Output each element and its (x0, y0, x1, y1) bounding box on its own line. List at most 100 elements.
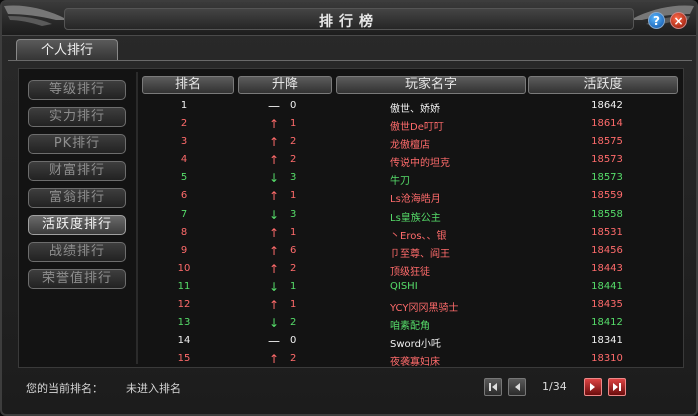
activity-cell: 18341 (591, 335, 623, 347)
rank-change-cell: 6 (290, 244, 297, 256)
arrow-up-icon: ↑ (268, 153, 280, 168)
activity-cell: 18412 (591, 317, 623, 329)
sidebar-item-tycoon[interactable]: 富翁排行 (28, 188, 126, 208)
title-bar[interactable]: 排行榜 ? × (2, 2, 696, 36)
rank-cell: 14 (177, 335, 191, 347)
sidebar-item-wealth[interactable]: 财富排行 (28, 161, 126, 181)
table-row[interactable]: 14 — 0 Sword小吒 18341 (142, 333, 666, 351)
activity-cell: 18575 (591, 136, 623, 148)
panel-divider (136, 72, 138, 364)
sidebar-item-activity[interactable]: 活跃度排行 (28, 215, 126, 235)
rank-cell: 2 (180, 118, 188, 130)
no-change-icon: — (268, 334, 280, 349)
rank-cell: 15 (177, 353, 191, 365)
activity-cell: 18558 (591, 208, 623, 220)
table-row[interactable]: 2 ↑ 1 傲世De叮叮 18614 (142, 116, 666, 134)
column-header-player[interactable]: 玩家名字 (336, 76, 526, 94)
rank-change-cell: 1 (290, 118, 297, 130)
ranking-window: 排行榜 ? × 个人排行 等级排行 实力排行 PK排行 财富排行 富翁排行 活跃… (0, 0, 698, 416)
arrow-up-icon: ↑ (268, 352, 280, 367)
next-page-button[interactable] (584, 378, 602, 396)
rank-change-cell: 0 (290, 335, 297, 347)
no-change-icon: — (268, 99, 280, 113)
table-row[interactable]: 10 ↑ 2 顶级狂徒 18443 (142, 261, 666, 279)
prev-page-icon (515, 383, 520, 391)
activity-cell: 18531 (591, 226, 623, 238)
arrow-down-icon: ↓ (268, 171, 280, 186)
player-name-cell: YCY冈冈黑骑士 (390, 303, 459, 315)
arrow-up-icon: ↑ (268, 117, 280, 132)
my-rank-value: 未进入排名 (126, 382, 181, 395)
player-name-cell: Sword小吒 (390, 339, 441, 351)
activity-cell: 18559 (591, 190, 623, 202)
table-row[interactable]: 1 — 0 傲世、娇娇 18642 (142, 98, 666, 116)
arrow-up-icon: ↑ (268, 225, 280, 240)
my-rank-label: 您的当前排名： (26, 382, 103, 395)
ranking-category-sidebar: 等级排行 实力排行 PK排行 财富排行 富翁排行 活跃度排行 战绩排行 荣誉值排… (22, 72, 136, 364)
player-name-cell: 丶Eros、、银 (390, 230, 447, 242)
help-icon[interactable]: ? (648, 12, 665, 29)
arrow-down-icon: ↓ (268, 207, 280, 222)
sidebar-item-power[interactable]: 实力排行 (28, 107, 126, 127)
rank-change-cell: 2 (290, 262, 297, 274)
table-row[interactable]: 7 ↓ 3 Ls皇族公主 18558 (142, 207, 666, 225)
tab-divider (8, 60, 692, 61)
close-icon[interactable]: × (670, 12, 687, 29)
table-row[interactable]: 6 ↑ 1 Ls沧海皓月 18559 (142, 188, 666, 206)
activity-cell: 18573 (591, 172, 623, 184)
rank-change-cell: 2 (290, 154, 297, 166)
table-row[interactable]: 11 ↓ 1 QISHI 18441 (142, 279, 666, 297)
table-row[interactable]: 3 ↑ 2 龙傲檀店 18575 (142, 134, 666, 152)
activity-cell: 18456 (591, 244, 623, 256)
rank-cell: 6 (180, 190, 188, 202)
sidebar-item-pk[interactable]: PK排行 (28, 134, 126, 154)
rank-change-cell: 1 (290, 190, 297, 202)
arrow-up-icon: ↑ (268, 189, 280, 204)
sidebar-item-battle[interactable]: 战绩排行 (28, 242, 126, 262)
activity-cell: 18435 (591, 299, 623, 311)
arrow-up-icon: ↑ (268, 243, 280, 258)
rank-change-cell: 1 (290, 280, 297, 292)
activity-cell: 18310 (591, 353, 623, 365)
player-name-cell: 传说中的坦克 (390, 158, 450, 170)
activity-cell: 18573 (591, 154, 623, 166)
rank-cell: 9 (180, 244, 188, 256)
ranking-table: 1—0 傲世、娇娇 18642 2 ↑ 1 傲世De叮叮 18614 3 ↑ 2 龙傲檀店 18575 4… (142, 98, 666, 369)
activity-cell: 18441 (591, 280, 623, 292)
table-row[interactable]: 15 ↑ 2 夜袭寡妇床 18310 (142, 351, 666, 369)
prev-page-button[interactable] (508, 378, 526, 396)
sidebar-item-honor[interactable]: 荣誉值排行 (28, 269, 126, 289)
table-row[interactable]: 13 ↓ 2 咱素配角 18412 (142, 315, 666, 333)
rank-cell: 10 (177, 262, 191, 274)
rank-change-cell: 2 (290, 353, 297, 365)
first-page-button[interactable] (484, 378, 502, 396)
last-page-button[interactable] (608, 378, 626, 396)
tab-personal-ranking[interactable]: 个人排行 (16, 39, 118, 61)
window-title: 排行榜 (319, 14, 379, 30)
column-header-rank[interactable]: 排名 (142, 76, 234, 94)
rank-change-cell: 2 (290, 317, 297, 329)
arrow-up-icon: ↑ (268, 261, 280, 276)
rank-cell: 5 (180, 172, 188, 184)
table-row[interactable]: 9 ↑ 6 卩至尊、阎王 18456 (142, 243, 666, 261)
arrow-down-icon: ↓ (268, 316, 280, 331)
sidebar-item-level[interactable]: 等级排行 (28, 80, 126, 100)
next-page-icon (590, 383, 595, 391)
rank-cell: 3 (180, 136, 188, 148)
table-row[interactable]: 4 ↑ 2 传说中的坦克 18573 (142, 152, 666, 170)
rank-cell: 7 (180, 208, 188, 220)
column-header-trend[interactable]: 升降 (238, 76, 332, 94)
player-name-cell: 夜袭寡妇床 (390, 357, 440, 369)
activity-cell: 18642 (591, 100, 623, 111)
player-name-cell: 傲世De叮叮 (390, 122, 444, 134)
activity-cell: 18614 (591, 118, 623, 130)
rank-change-cell: 1 (290, 226, 297, 238)
table-row[interactable]: 5 ↓ 3 牛刀 18573 (142, 170, 666, 188)
table-row[interactable]: 12 ↑ 1 YCY冈冈黑骑士 18435 (142, 297, 666, 315)
rank-change-cell: 0 (290, 100, 297, 111)
player-name-cell: 顶级狂徒 (390, 266, 430, 278)
rank-change-cell: 3 (290, 208, 297, 220)
player-name-cell: QISHI (390, 280, 418, 292)
table-row[interactable]: 8 ↑ 1 丶Eros、、银 18531 (142, 225, 666, 243)
column-header-activity[interactable]: 活跃度 (528, 76, 678, 94)
